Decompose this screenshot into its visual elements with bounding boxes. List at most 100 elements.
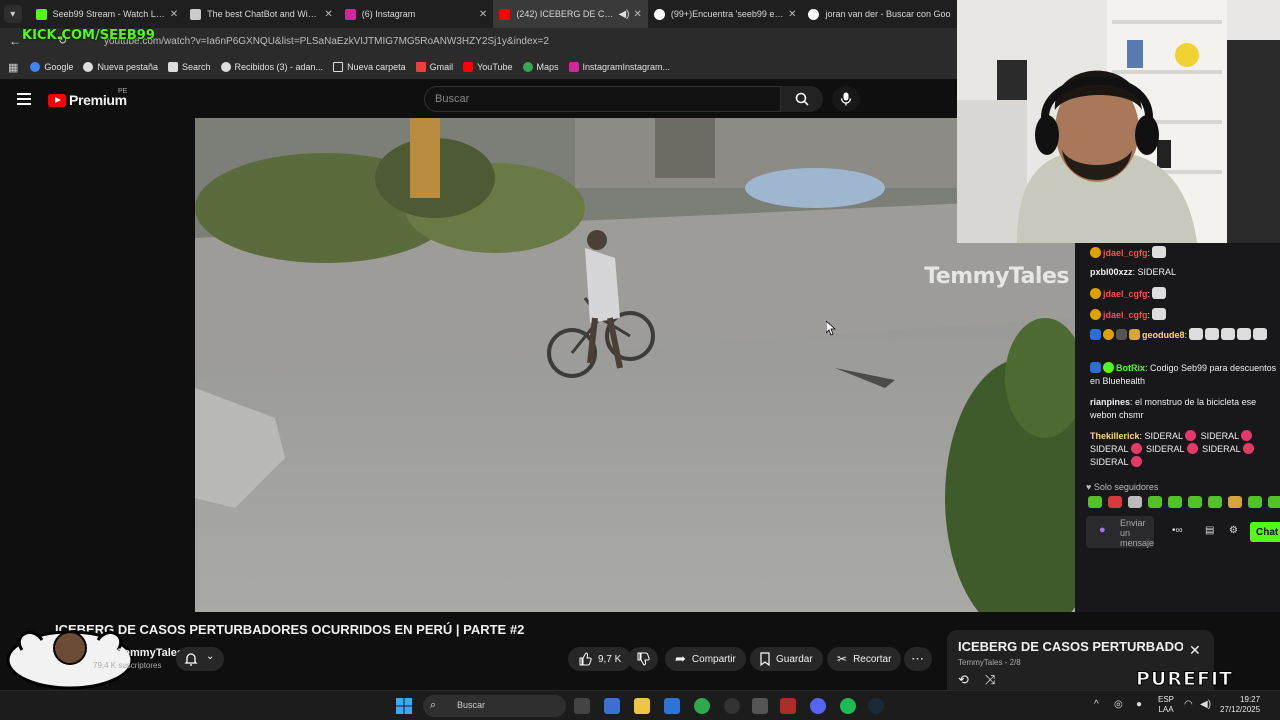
close-icon[interactable]: ✕	[1189, 642, 1201, 659]
chat-username[interactable]: rianpines	[1090, 397, 1130, 407]
network-icon[interactable]: ◎	[1114, 699, 1123, 710]
app-icon[interactable]	[780, 698, 796, 714]
discord-icon[interactable]	[810, 698, 826, 714]
task-view-icon[interactable]	[574, 698, 590, 714]
chat-username[interactable]: jdael_cgfg	[1103, 289, 1148, 299]
browser-tab-2[interactable]: (6) Instagram ✕	[339, 0, 494, 28]
like-button[interactable]: 9,7 K	[568, 647, 632, 671]
emote-icon[interactable]	[1208, 496, 1222, 508]
chrome-icon[interactable]	[694, 698, 710, 714]
loop-icon[interactable]: ⟲	[958, 672, 969, 688]
skull-emote-icon	[1152, 246, 1167, 258]
channel-name[interactable]: TemmyTales	[118, 647, 183, 659]
emote-icon[interactable]	[1148, 496, 1162, 508]
voice-search-button[interactable]	[832, 86, 860, 112]
bookmark-folder[interactable]: Nueva carpeta	[333, 62, 406, 72]
maps-icon	[522, 62, 533, 72]
mic-icon[interactable]: ●	[1099, 524, 1106, 537]
close-tab-icon[interactable]: ✕	[479, 9, 487, 20]
followers-only-label: ♥ Solo seguidores	[1086, 482, 1159, 492]
hype-emote-icon	[1130, 456, 1142, 467]
emote-icon[interactable]	[1088, 496, 1102, 508]
steam-icon[interactable]	[868, 698, 884, 714]
shuffle-icon[interactable]: ⤨	[985, 672, 995, 688]
tab-search-button[interactable]: ▾	[4, 5, 22, 23]
chat-username[interactable]: BotRix	[1116, 363, 1145, 373]
taskbar-search[interactable]: Buscar	[423, 695, 566, 717]
close-tab-icon[interactable]: ✕	[634, 9, 642, 20]
clock[interactable]: 19:27 27/12/2025	[1220, 695, 1260, 715]
bookmark-gmail[interactable]: Gmail	[415, 62, 453, 72]
bookmark-youtube[interactable]: YouTube	[463, 62, 513, 72]
save-button[interactable]: Guardar	[750, 647, 823, 671]
store-icon[interactable]: ▤	[1205, 524, 1214, 537]
emote-icon[interactable]	[1248, 496, 1262, 508]
bookmark-inbox[interactable]: Recibidos (3) - adan...	[220, 62, 323, 72]
speaker-icon[interactable]: ◀)	[618, 9, 629, 20]
url-field[interactable]: youtube.com/watch?v=Ia6nP6GXNQU&list=PLS…	[104, 36, 549, 47]
widgets-icon[interactable]	[604, 698, 620, 714]
menu-icon[interactable]	[17, 93, 31, 105]
chat-username[interactable]: geodude8	[1142, 330, 1185, 340]
close-tab-icon[interactable]: ✕	[788, 9, 796, 20]
search-input[interactable]: Buscar	[424, 86, 781, 112]
volume-icon[interactable]: ◀)	[1200, 699, 1211, 710]
close-tab-icon[interactable]: ✕	[324, 9, 332, 20]
chat-tools-icon[interactable]: •∞	[1172, 524, 1183, 537]
chevron-up-icon[interactable]: ^	[1094, 699, 1099, 710]
send-chat-button[interactable]: Chat	[1250, 522, 1280, 542]
bookmark-new-tab[interactable]: Nueva pestaña	[83, 62, 158, 72]
emote-icon[interactable]	[1228, 496, 1242, 508]
emote-icon[interactable]	[1168, 496, 1182, 508]
bookmark-google[interactable]: Google	[30, 62, 73, 72]
chat-username[interactable]: jdael_cgfg	[1103, 310, 1148, 320]
more-actions-button[interactable]: ⋯	[904, 647, 932, 671]
clip-button[interactable]: ✂ Recortar	[827, 647, 902, 671]
chat-message: BotRix: Codigo Seb99 para descuentos en …	[1090, 362, 1278, 388]
windows-start-icon[interactable]	[396, 698, 412, 714]
chat-input[interactable]: Enviar un mensaje	[1086, 516, 1154, 548]
emote-icon[interactable]	[1128, 496, 1142, 508]
youtube-premium-logo[interactable]: Premium PE	[48, 88, 127, 108]
app-icon[interactable]	[752, 698, 768, 714]
browser-tab-1[interactable]: The best ChatBot and Widgets ✕	[184, 0, 339, 28]
bookmark-search[interactable]: Search	[167, 62, 211, 72]
emote-icon[interactable]	[1108, 496, 1122, 508]
search-button[interactable]	[781, 86, 823, 112]
kick-favicon-icon	[35, 8, 47, 20]
playlist-title[interactable]: ICEBERG DE CASOS PERTURBADO...	[958, 639, 1183, 654]
mic-icon[interactable]: ●	[1136, 699, 1142, 710]
globe-icon	[83, 62, 94, 72]
browser-tab-0[interactable]: Seeb99 Stream - Watch Live on ✕	[30, 0, 185, 28]
share-button[interactable]: ➦ Compartir	[665, 647, 746, 671]
settings-icon[interactable]: ⚙	[1229, 524, 1238, 537]
browser-tab-3[interactable]: (242) ICEBERG DE CASOS P ◀) ✕	[493, 0, 648, 28]
followers-only-text: Solo seguidores	[1093, 482, 1159, 492]
chat-username[interactable]: pxbl00xzz	[1090, 267, 1133, 277]
video-player[interactable]: TemmyTales	[195, 118, 1075, 612]
chat-username[interactable]: jdael_cgfg	[1103, 248, 1148, 258]
file-explorer-icon[interactable]	[634, 698, 650, 714]
obs-icon[interactable]	[724, 698, 740, 714]
browser-tab-4[interactable]: (99+)Encuentra 'seeb99 en el co ✕	[648, 0, 803, 28]
spotify-icon[interactable]	[840, 698, 856, 714]
chat-text: SIDERAL	[1202, 444, 1241, 454]
language-indicator[interactable]: ESP LAA	[1158, 695, 1174, 715]
store-icon[interactable]	[664, 698, 680, 714]
bookmark-instagram[interactable]: InstagramInstagram...	[568, 62, 670, 72]
chat-username[interactable]: Thekillerick	[1090, 431, 1140, 441]
emote-icon[interactable]	[1188, 496, 1202, 508]
youtube-icon	[463, 62, 474, 72]
language-code: ESP	[1158, 695, 1175, 704]
dislike-button[interactable]	[628, 647, 658, 671]
bookmark-maps[interactable]: Maps	[522, 62, 559, 72]
notification-bell-button[interactable]: ⌄	[176, 647, 224, 671]
emote-icon[interactable]	[1268, 496, 1280, 508]
wifi-icon[interactable]: ◠	[1184, 699, 1193, 710]
close-tab-icon[interactable]: ✕	[170, 9, 178, 20]
browser-tab-5[interactable]: joran van der - Buscar con Goo	[802, 0, 957, 28]
chat-text: :	[1147, 289, 1151, 299]
back-icon[interactable]: ←	[9, 34, 21, 48]
chat-text: : SIDERAL	[1132, 267, 1177, 277]
apps-grid-icon[interactable]: ▦	[8, 61, 18, 74]
